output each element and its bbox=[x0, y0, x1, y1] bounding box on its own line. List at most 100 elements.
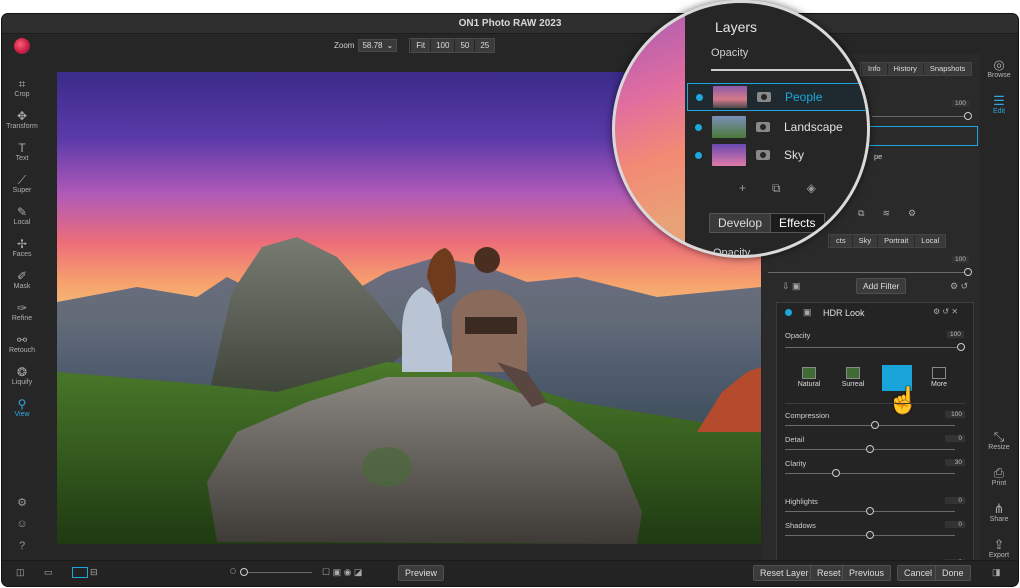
mask-icon bbox=[756, 150, 770, 160]
slider-value[interactable]: 0 bbox=[945, 435, 965, 442]
layer-row-people[interactable]: People bbox=[687, 83, 867, 111]
zoom-value: 58.78 bbox=[362, 40, 383, 50]
duplicate-layer-icon[interactable]: ⧉ bbox=[772, 181, 781, 196]
layers-opacity-slider[interactable] bbox=[711, 69, 867, 71]
add-filter-button[interactable]: Add Filter bbox=[856, 278, 907, 294]
layer-visible-toggle[interactable] bbox=[695, 123, 702, 131]
reset-layer-button[interactable]: Reset Layer bbox=[753, 565, 816, 581]
tool-retouch[interactable]: ⚯ Retouch bbox=[2, 328, 42, 360]
module-browse-tab[interactable]: ◎ Browse bbox=[980, 50, 1018, 86]
slider-value[interactable]: 100 bbox=[945, 411, 965, 418]
preview-button[interactable]: Preview bbox=[398, 565, 445, 581]
tool-label: Local bbox=[13, 219, 31, 226]
tool-crop[interactable]: ⌗ Crop bbox=[2, 72, 42, 104]
layer-opacity-value: 100 bbox=[952, 100, 969, 107]
layer-visible-toggle[interactable] bbox=[696, 93, 703, 101]
layer-row-label: pe bbox=[874, 152, 883, 161]
cancel-button[interactable]: Cancel bbox=[897, 565, 940, 581]
preset-natural[interactable]: Natural bbox=[789, 367, 829, 388]
browse-icon: ◎ bbox=[993, 56, 1005, 72]
previous-button[interactable]: Previous bbox=[842, 565, 892, 581]
module-label: Edit bbox=[992, 107, 1006, 115]
tab-snapshots[interactable]: Snapshots bbox=[922, 63, 971, 75]
effects-opacity-slider[interactable] bbox=[964, 268, 972, 276]
zoom-50-button[interactable]: 50 bbox=[454, 38, 475, 52]
faces-icon: ✢ bbox=[16, 237, 28, 251]
tool-liquify[interactable]: ❂ Liquify bbox=[2, 360, 42, 392]
tool-faces[interactable]: ✢ Faces bbox=[2, 232, 42, 264]
fill-bucket-icon[interactable]: ◈ bbox=[807, 181, 816, 196]
tool-label: Transform bbox=[6, 123, 38, 130]
mask-brush-icon: ✐ bbox=[16, 269, 28, 283]
tab-portrait[interactable]: Portrait bbox=[877, 235, 914, 247]
filter-opacity-slider[interactable] bbox=[957, 343, 965, 351]
compare-view-icon[interactable]: ⊟ bbox=[90, 567, 98, 578]
tool-label: Refine bbox=[11, 315, 33, 322]
selected-layer-row[interactable] bbox=[862, 126, 978, 146]
slider-knob[interactable] bbox=[832, 469, 840, 477]
effects-settings-icon[interactable]: ⚙ ↺ bbox=[950, 281, 968, 292]
layers-icon[interactable]: ≋ bbox=[882, 208, 890, 219]
slider-value[interactable]: 30 bbox=[945, 459, 965, 466]
slider-knob[interactable] bbox=[866, 531, 874, 539]
module-edit-tab[interactable]: ☰ Edit bbox=[980, 86, 1018, 122]
zoom-fit-button[interactable]: Fit bbox=[410, 38, 431, 52]
tool-text[interactable]: T Text bbox=[2, 136, 42, 168]
preset-surreal[interactable]: Surreal bbox=[833, 367, 873, 388]
mask-icon bbox=[757, 92, 771, 102]
tab-develop[interactable]: Develop bbox=[710, 214, 771, 232]
liquify-icon: ❂ bbox=[16, 365, 28, 379]
tool-view[interactable]: ⚲ View bbox=[2, 392, 42, 424]
mask-icon bbox=[756, 122, 770, 132]
slider-knob[interactable] bbox=[866, 507, 874, 515]
layer-row-sky[interactable]: Sky bbox=[687, 141, 867, 169]
tab-history[interactable]: History bbox=[886, 63, 923, 75]
tool-label: Crop bbox=[14, 91, 30, 98]
module-share-tab[interactable]: ⋔ Share bbox=[980, 494, 1018, 530]
add-layer-icon[interactable]: + bbox=[739, 181, 746, 196]
mask-icon[interactable]: ▣ bbox=[803, 307, 812, 318]
settings-tool-icon[interactable]: ⚙ bbox=[2, 496, 42, 518]
app-logo-icon[interactable] bbox=[14, 38, 30, 54]
filmstrip-icon[interactable]: ▭ bbox=[44, 567, 53, 578]
tab-effects[interactable]: Effects bbox=[770, 214, 824, 232]
export-icon: ⇪ bbox=[993, 536, 1005, 552]
slider-knob[interactable] bbox=[866, 445, 874, 453]
tool-mask[interactable]: ✐ Mask bbox=[2, 264, 42, 296]
zoom-100-button[interactable]: 100 bbox=[430, 38, 455, 52]
zoom-25-button[interactable]: 25 bbox=[474, 38, 495, 52]
module-print-tab[interactable]: ⎙ Print bbox=[980, 458, 1018, 494]
layer-thumbnail bbox=[712, 144, 746, 166]
panel-toggle-right-icon[interactable]: ◨ bbox=[992, 567, 1001, 578]
layer-row-landscape[interactable]: Landscape bbox=[687, 113, 867, 141]
filter-controls-icon[interactable]: ⚙ ↺ ✕ bbox=[933, 307, 958, 316]
module-resize-tab[interactable]: ⤡ Resize bbox=[980, 422, 1018, 458]
preset-label: More bbox=[931, 381, 947, 388]
single-view-icon[interactable] bbox=[72, 567, 88, 578]
edit-sliders-icon: ☰ bbox=[993, 92, 1005, 108]
slider-value[interactable]: 0 bbox=[945, 497, 965, 504]
layer-visible-toggle[interactable] bbox=[695, 151, 702, 159]
gear-icon[interactable]: ⚙ bbox=[908, 208, 916, 219]
filter-visible-toggle[interactable] bbox=[785, 309, 792, 316]
tool-transform[interactable]: ✥ Transform bbox=[2, 104, 42, 136]
help-icon[interactable]: ? bbox=[2, 540, 42, 562]
layer-opacity-slider[interactable] bbox=[964, 112, 972, 120]
zoom-input[interactable]: 58.78 ⌄ bbox=[358, 38, 398, 52]
preset-label: Natural bbox=[797, 381, 821, 388]
user-icon[interactable]: ☺ bbox=[2, 518, 42, 540]
slider-knob[interactable] bbox=[871, 421, 880, 429]
tool-refine[interactable]: ✑ Refine bbox=[2, 296, 42, 328]
tab-local[interactable]: Local bbox=[914, 235, 945, 247]
tool-local[interactable]: ✎ Local bbox=[2, 200, 42, 232]
view-mode-icons[interactable]: ☐ ▣ ◉ ◪ bbox=[322, 567, 362, 578]
done-button[interactable]: Done bbox=[935, 565, 971, 581]
slider-label: Clarity bbox=[785, 459, 807, 468]
zoom-slider[interactable] bbox=[240, 568, 248, 576]
panel-toggle-icon[interactable]: ◫ bbox=[16, 567, 25, 578]
zoom-out-icon[interactable] bbox=[230, 568, 236, 574]
tool-super[interactable]: ⟋ Super bbox=[2, 168, 42, 200]
slider-value[interactable]: 0 bbox=[945, 521, 965, 528]
mask-icon[interactable]: ⇩ ▣ bbox=[782, 281, 801, 292]
preset-more[interactable]: More bbox=[919, 367, 959, 388]
